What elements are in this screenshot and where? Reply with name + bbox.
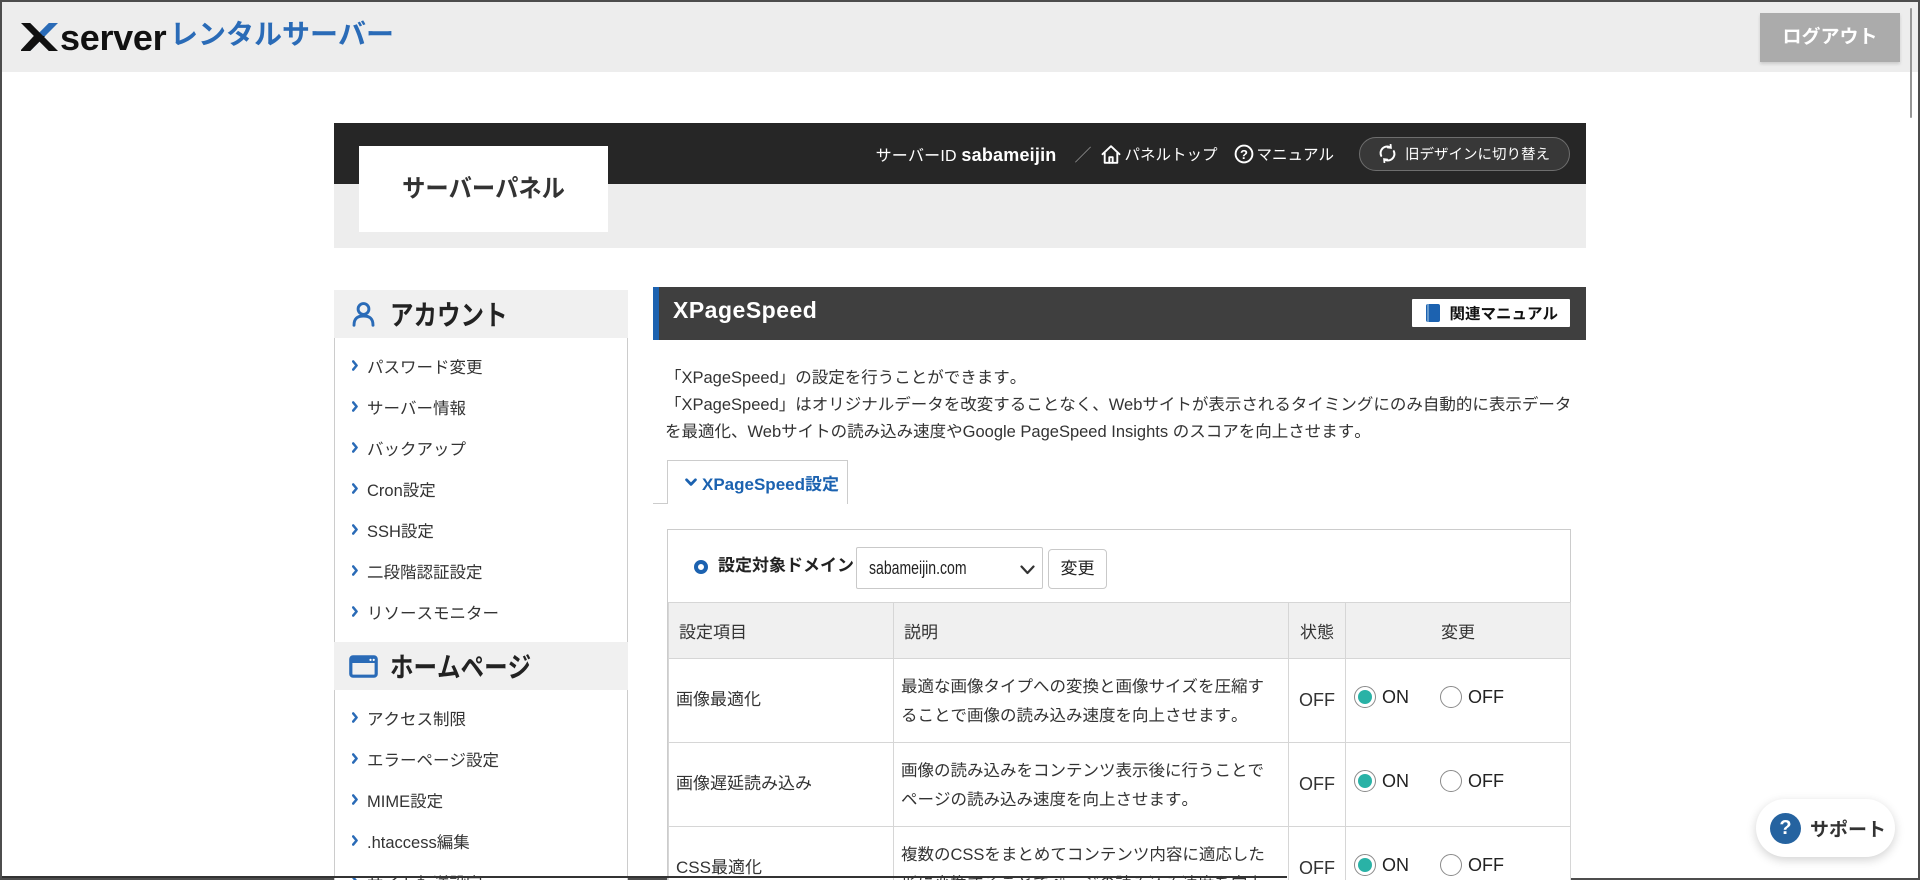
svg-text:?: ? xyxy=(1241,146,1249,161)
